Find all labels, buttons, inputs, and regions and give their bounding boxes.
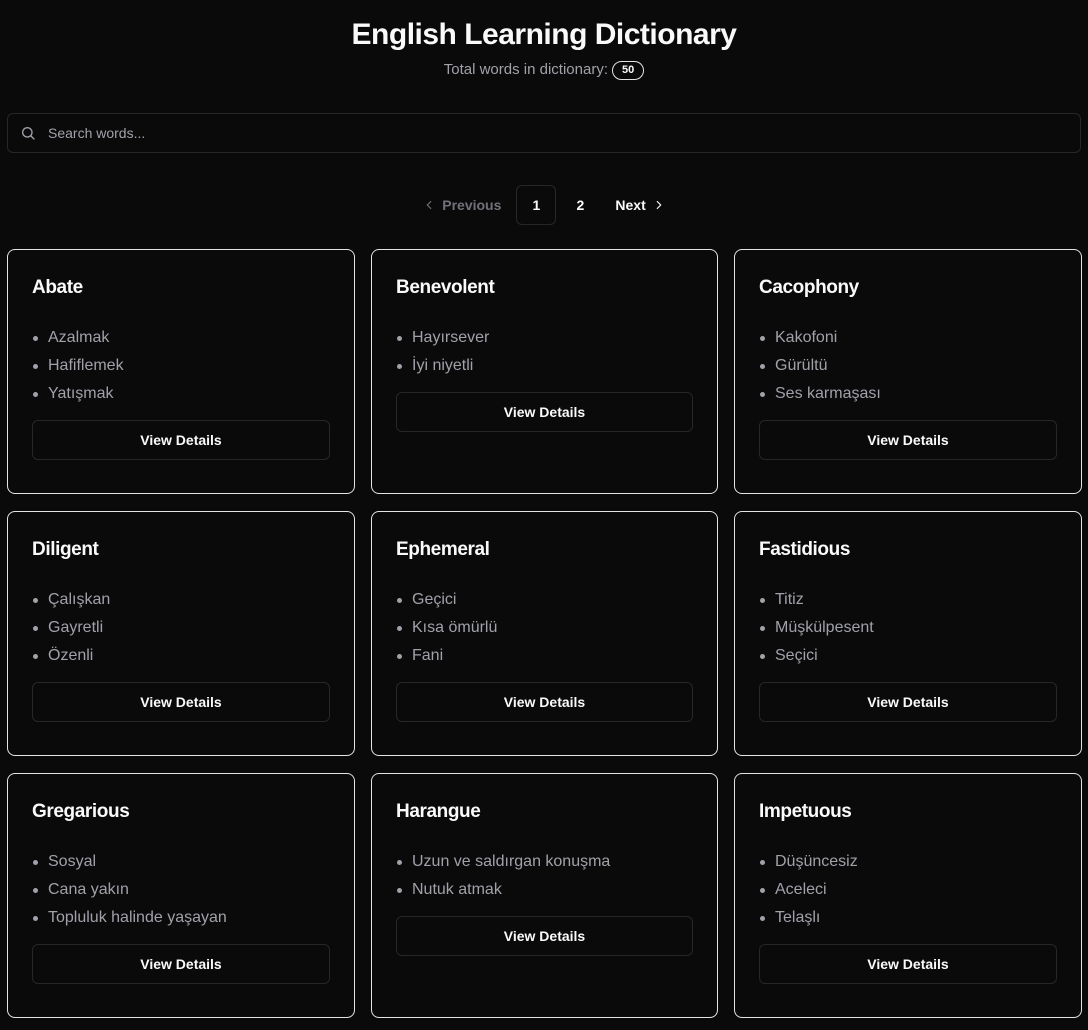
word-card: Impetuous Düşüncesiz Aceleci Telaşlı View De… — [734, 773, 1082, 1018]
page-button-2[interactable]: 2 — [560, 185, 600, 225]
header: English Learning Dictionary Total words … — [7, 0, 1081, 80]
meaning-item: Telaşlı — [759, 904, 1057, 932]
view-details-button[interactable]: View Details — [396, 682, 693, 722]
word-card: Ephemeral Geçici Kısa ömürlü Fani View Detai… — [371, 511, 718, 756]
meaning-item: Düşüncesiz — [759, 848, 1057, 876]
meaning-item: Gayretli — [32, 614, 330, 642]
word-title: Gregarious — [32, 801, 130, 822]
view-details-button[interactable]: View Details — [32, 682, 330, 722]
meaning-list: Çalışkan Gayretli Özenli — [32, 586, 330, 670]
word-title: Diligent — [32, 539, 99, 560]
word-card-grid: Abate Azalmak Hafiflemek Yatışmak View Detai… — [7, 249, 1082, 1018]
page-title: English Learning Dictionary — [351, 18, 737, 51]
meaning-item: Uzun ve saldırgan konuşma — [396, 848, 693, 876]
word-card: Abate Azalmak Hafiflemek Yatışmak View Detai… — [7, 249, 355, 494]
page-button-1[interactable]: 1 — [516, 185, 557, 225]
word-count-badge: 50 — [612, 60, 645, 80]
meaning-list: Hayırsever İyi niyetli — [396, 324, 693, 380]
next-page-button[interactable]: Next — [604, 185, 676, 225]
next-label: Next — [615, 197, 646, 213]
meaning-item: Kakofoni — [759, 324, 1057, 352]
meaning-item: Topluluk halinde yaşayan — [32, 904, 330, 932]
search-input[interactable] — [48, 125, 1080, 141]
meaning-item: Fani — [396, 642, 693, 670]
word-title: Abate — [32, 277, 83, 298]
view-details-button[interactable]: View Details — [759, 682, 1057, 722]
search-icon — [20, 125, 36, 141]
word-card: Fastidious Titiz Müşkülpesent Seçici View De… — [734, 511, 1082, 756]
meaning-item: Aceleci — [759, 876, 1057, 904]
meaning-list: Geçici Kısa ömürlü Fani — [396, 586, 693, 670]
meaning-item: Özenli — [32, 642, 330, 670]
meaning-list: Uzun ve saldırgan konuşma Nutuk atmak — [396, 848, 693, 904]
view-details-button[interactable]: View Details — [759, 420, 1057, 460]
meaning-list: Sosyal Cana yakın Topluluk halinde yaşayan — [32, 848, 330, 932]
word-title: Cacophony — [759, 277, 859, 298]
meaning-item: Seçici — [759, 642, 1057, 670]
meaning-item: Azalmak — [32, 324, 330, 352]
meaning-item: Müşkülpesent — [759, 614, 1057, 642]
word-count-label: Total words in dictionary: — [443, 61, 608, 78]
meaning-item: Çalışkan — [32, 586, 330, 614]
previous-page-button[interactable]: Previous — [411, 185, 512, 225]
word-card: Gregarious Sosyal Cana yakın Topluluk halin… — [7, 773, 355, 1018]
view-details-button[interactable]: View Details — [32, 944, 330, 984]
meaning-list: Titiz Müşkülpesent Seçici — [759, 586, 1057, 670]
view-details-button[interactable]: View Details — [396, 916, 693, 956]
meaning-list: Azalmak Hafiflemek Yatışmak — [32, 324, 330, 408]
meaning-list: Düşüncesiz Aceleci Telaşlı — [759, 848, 1057, 932]
search-bar[interactable] — [7, 113, 1081, 153]
previous-label: Previous — [442, 197, 502, 213]
chevron-left-icon — [422, 198, 436, 212]
meaning-item: Sosyal — [32, 848, 330, 876]
word-card: Diligent Çalışkan Gayretli Özenli View Detai… — [7, 511, 355, 756]
word-card: Benevolent Hayırsever İyi niyetli View Deta… — [371, 249, 718, 494]
word-card: Cacophony Kakofoni Gürültü Ses karmaşası Vie… — [734, 249, 1082, 494]
meaning-item: Yatışmak — [32, 380, 330, 408]
meaning-item: Nutuk atmak — [396, 876, 693, 904]
view-details-button[interactable]: View Details — [396, 392, 693, 432]
chevron-right-icon — [652, 198, 666, 212]
meaning-item: Kısa ömürlü — [396, 614, 693, 642]
meaning-item: Cana yakın — [32, 876, 330, 904]
meaning-item: Geçici — [396, 586, 693, 614]
view-details-button[interactable]: View Details — [759, 944, 1057, 984]
word-title: Harangue — [396, 801, 481, 822]
meaning-item: Ses karmaşası — [759, 380, 1057, 408]
meaning-item: Gürültü — [759, 352, 1057, 380]
meaning-list: Kakofoni Gürültü Ses karmaşası — [759, 324, 1057, 408]
view-details-button[interactable]: View Details — [32, 420, 330, 460]
word-title: Ephemeral — [396, 539, 490, 560]
word-title: Fastidious — [759, 539, 851, 560]
word-card: Harangue Uzun ve saldırgan konuşma Nutuk a… — [371, 773, 718, 1018]
page: English Learning Dictionary Total words … — [0, 0, 1088, 1030]
meaning-item: İyi niyetli — [396, 352, 693, 380]
meaning-item: Titiz — [759, 586, 1057, 614]
word-title: Benevolent — [396, 277, 495, 298]
meaning-item: Hayırsever — [396, 324, 693, 352]
word-count-line: Total words in dictionary: 50 — [444, 60, 645, 80]
pagination: Previous 1 2 Next — [7, 185, 1081, 225]
meaning-item: Hafiflemek — [32, 352, 330, 380]
word-title: Impetuous — [759, 801, 852, 822]
